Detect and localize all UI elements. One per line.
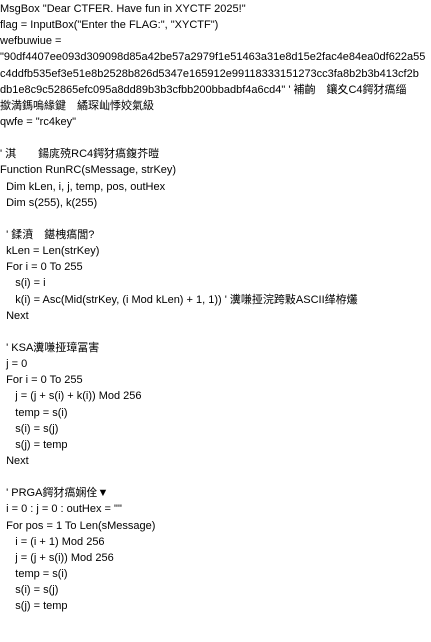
code-line: j = 0	[0, 358, 28, 371]
code-line: ' KSA瀵嗛挜璋冨害	[0, 341, 100, 354]
code-line: qwfe = "rc4key"	[0, 115, 76, 128]
code-line: For i = 0 To 255	[0, 261, 83, 274]
code-line: Next	[0, 454, 29, 467]
code-line: MsgBox "Dear CTFER. Have fun in XYCTF 20…	[0, 3, 246, 15]
code-line: Dim s(255), k(255)	[0, 196, 98, 209]
code-line: ' 淇 鍚庣殑RC4鍔犲瘑鍑芥暟	[0, 148, 160, 161]
code-line: i = (i + 1) Mod 256	[0, 535, 105, 548]
code-line: s(j) = temp	[0, 600, 68, 613]
code-line: c4ddfb535ef3e51e8b2528b826d5347e165912e9…	[0, 67, 419, 80]
code-line: db1e8c9c52865efc095a8dd89b3b3cfbb200bbad…	[0, 83, 407, 96]
code-line: s(i) = i	[0, 277, 46, 290]
code-line: kLen = Len(strKey)	[0, 245, 100, 258]
code-line: "90df4407ee093d309098d85a42be57a2979f1e5…	[0, 51, 426, 64]
code-line: s(i) = s(j)	[0, 422, 59, 435]
code-line: j = (j + s(i)) Mod 256	[0, 551, 114, 564]
code-line: s(i) = s(j)	[0, 584, 59, 597]
code-line: j = (j + s(i) + k(i)) Mod 256	[0, 390, 142, 403]
code-line: flag = InputBox("Enter the FLAG:", "XYCT…	[0, 19, 219, 32]
code-line: ' 鍒濆 鍖栧瘑閭?	[0, 228, 95, 241]
code-line: i = 0 : j = 0 : outHex = ""	[0, 503, 122, 516]
code-line: For pos = 1 To Len(sMessage)	[0, 519, 156, 532]
code-line: For i = 0 To 255	[0, 374, 83, 387]
source-code-text: MsgBox "Dear CTFER. Have fun in XYCTF 20…	[0, 1, 431, 614]
code-line: k(i) = Asc(Mid(strKey, (i Mod kLen) + 1,…	[0, 293, 358, 306]
code-line: 撳満鎷嗚緣鍵 繘琛屾悸姣氣級	[0, 99, 154, 112]
code-line: Next	[0, 309, 29, 322]
code-line: Dim kLen, i, j, temp, pos, outHex	[0, 180, 166, 193]
code-line: temp = s(i)	[0, 406, 68, 419]
code-line: Function RunRC(sMessage, strKey)	[0, 164, 177, 177]
code-line: s(j) = temp	[0, 438, 68, 451]
code-line: wefbuwiue =	[0, 35, 62, 48]
code-line: temp = s(i)	[0, 567, 68, 580]
code-line: ' PRGA鍔犲瘑娴佺▼	[0, 487, 109, 500]
